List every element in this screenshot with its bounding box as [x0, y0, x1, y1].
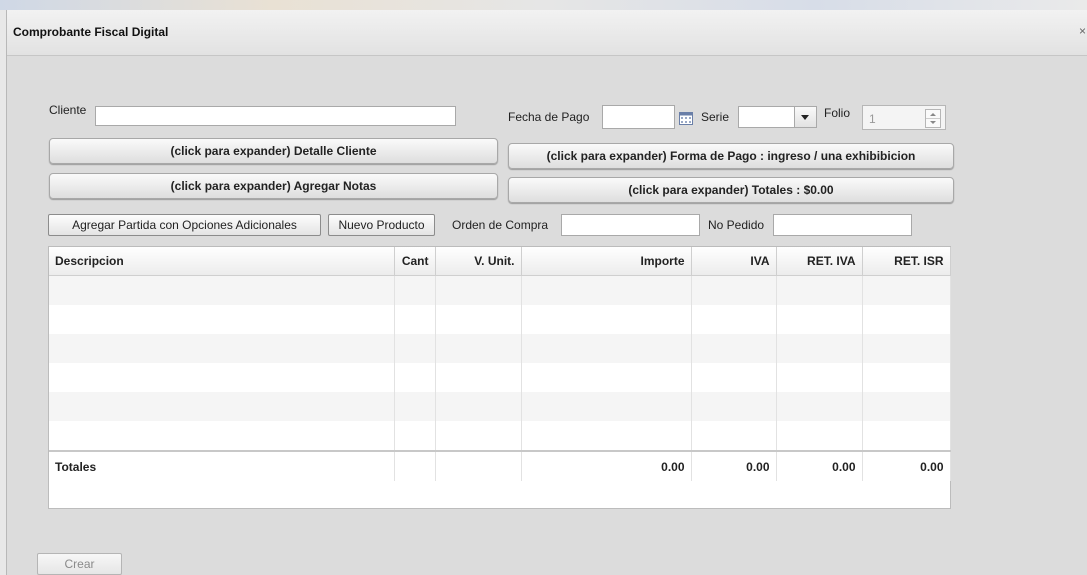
dialog-window: Comprobante Fiscal Digital × Cliente Fec…: [6, 10, 1087, 575]
folio-value: 1: [869, 112, 876, 126]
totals-ret-iva: 0.00: [776, 450, 863, 481]
table-row[interactable]: [49, 363, 951, 392]
column-header-ret-iva[interactable]: RET. IVA: [776, 247, 863, 276]
table-row[interactable]: [49, 275, 951, 305]
column-header-vunit[interactable]: V. Unit.: [435, 247, 522, 276]
totales-expander[interactable]: (click para expander) Totales : $0.00: [508, 177, 954, 203]
no-pedido-label: No Pedido: [708, 218, 765, 232]
column-header-importe[interactable]: Importe: [521, 247, 692, 276]
forma-pago-expander[interactable]: (click para expander) Forma de Pago : in…: [508, 143, 954, 169]
fecha-pago-input[interactable]: [602, 105, 675, 129]
no-pedido-input[interactable]: [773, 214, 912, 236]
serie-label: Serie: [701, 110, 730, 124]
title-bar[interactable]: Comprobante Fiscal Digital ×: [7, 10, 1087, 56]
agregar-notas-expander[interactable]: (click para expander) Agregar Notas: [49, 173, 498, 199]
column-header-cant[interactable]: Cant: [394, 247, 436, 276]
totals-importe: 0.00: [521, 450, 692, 481]
cliente-input[interactable]: [95, 106, 456, 126]
partidas-grid[interactable]: Descripcion Cant V. Unit. Importe IVA RE…: [48, 246, 951, 509]
window-title: Comprobante Fiscal Digital: [13, 25, 169, 39]
serie-select[interactable]: [738, 106, 817, 128]
table-row[interactable]: [49, 392, 951, 421]
detalle-cliente-expander[interactable]: (click para expander) Detalle Cliente: [49, 138, 498, 164]
close-icon[interactable]: ×: [1079, 24, 1086, 38]
table-row[interactable]: [49, 421, 951, 451]
folio-label: Folio: [824, 106, 851, 120]
spinner-icon[interactable]: [925, 109, 941, 128]
totals-vunit: [435, 450, 522, 481]
crear-button[interactable]: Crear: [37, 553, 122, 575]
table-row[interactable]: [49, 334, 951, 363]
calendar-icon[interactable]: [679, 112, 693, 125]
totals-ret-isr: 0.00: [862, 450, 951, 481]
background-desktop: [0, 0, 1087, 10]
column-header-descripcion[interactable]: Descripcion: [49, 247, 395, 276]
fecha-pago-label: Fecha de Pago: [508, 110, 590, 124]
folio-spinner[interactable]: 1: [862, 105, 946, 130]
agregar-partida-button[interactable]: Agregar Partida con Opciones Adicionales: [48, 214, 321, 236]
totals-label: Totales: [49, 450, 395, 481]
chevron-down-icon[interactable]: [794, 107, 816, 127]
cliente-label: Cliente: [49, 103, 87, 117]
table-row[interactable]: [49, 305, 951, 334]
column-header-iva[interactable]: IVA: [691, 247, 777, 276]
totals-row: Totales 0.00 0.00 0.00 0.00: [49, 450, 951, 481]
nuevo-producto-button[interactable]: Nuevo Producto: [328, 214, 435, 236]
column-header-ret-isr[interactable]: RET. ISR: [862, 247, 951, 276]
totals-iva: 0.00: [691, 450, 777, 481]
orden-compra-label: Orden de Compra: [452, 218, 549, 232]
totals-cant: [394, 450, 436, 481]
orden-compra-input[interactable]: [561, 214, 700, 236]
grid-header: Descripcion Cant V. Unit. Importe IVA RE…: [49, 247, 951, 276]
